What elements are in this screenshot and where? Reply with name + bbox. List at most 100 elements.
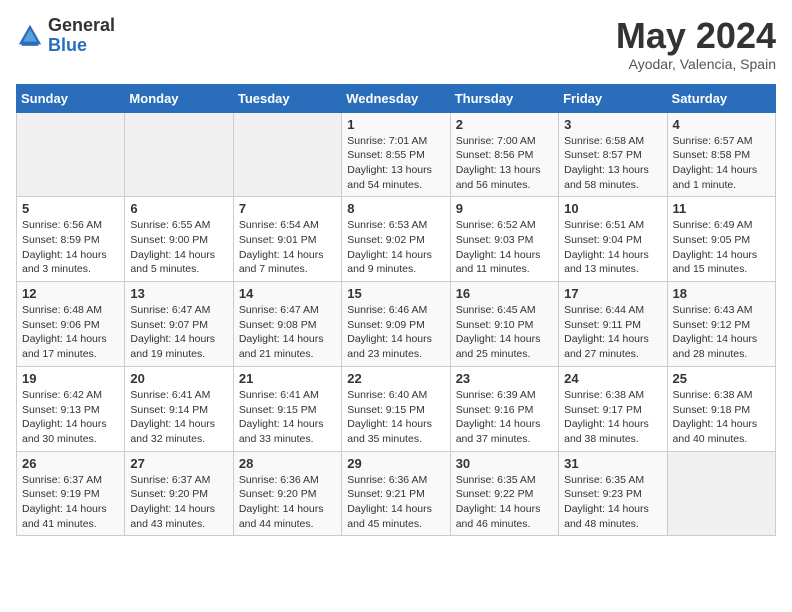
day-number: 24: [564, 371, 661, 386]
day-number: 1: [347, 117, 444, 132]
day-info: Sunrise: 6:37 AMSunset: 9:19 PMDaylight:…: [22, 473, 119, 532]
day-number: 22: [347, 371, 444, 386]
calendar-day-cell: 8 Sunrise: 6:53 AMSunset: 9:02 PMDaylight…: [342, 197, 450, 282]
day-info: Sunrise: 6:47 AMSunset: 9:07 PMDaylight:…: [130, 303, 227, 362]
day-number: 30: [456, 456, 553, 471]
calendar-title: May 2024: [616, 16, 776, 56]
calendar-day-cell: 17Sunrise: 6:44 AMSunset: 9:11 PMDayligh…: [559, 282, 667, 367]
day-number: 5: [22, 201, 119, 216]
calendar-week-row: 19 Sunrise: 6:42 AMSunset: 9:13 PMDayligh…: [17, 366, 776, 451]
day-of-week-header: Monday: [125, 84, 233, 112]
day-number: 25: [673, 371, 770, 386]
calendar-day-cell: [125, 112, 233, 197]
day-number: 7: [239, 201, 336, 216]
day-number: 16: [456, 286, 553, 301]
day-number: 13: [130, 286, 227, 301]
calendar-day-cell: 6 Sunrise: 6:55 AMSunset: 9:00 PMDaylight…: [125, 197, 233, 282]
day-info: Sunrise: 6:54 AMSunset: 9:01 PMDaylight:…: [239, 218, 336, 277]
day-info: Sunrise: 6:55 AMSunset: 9:00 PMDaylight:…: [130, 218, 227, 277]
calendar-day-cell: 15Sunrise: 6:46 AMSunset: 9:09 PMDayligh…: [342, 282, 450, 367]
calendar-day-cell: 18Sunrise: 6:43 AMSunset: 9:12 PMDayligh…: [667, 282, 775, 367]
day-info: Sunrise: 7:00 AMSunset: 8:56 PMDaylight:…: [456, 134, 553, 193]
day-number: 29: [347, 456, 444, 471]
day-number: 6: [130, 201, 227, 216]
day-number: 12: [22, 286, 119, 301]
day-info: Sunrise: 6:35 AMSunset: 9:22 PMDaylight:…: [456, 473, 553, 532]
logo-text: General Blue: [48, 16, 115, 56]
day-number: 28: [239, 456, 336, 471]
day-info: Sunrise: 6:38 AMSunset: 9:17 PMDaylight:…: [564, 388, 661, 447]
calendar-day-cell: 26 Sunrise: 6:37 AMSunset: 9:19 PMDayligh…: [17, 451, 125, 536]
day-info: Sunrise: 6:37 AMSunset: 9:20 PMDaylight:…: [130, 473, 227, 532]
calendar-day-cell: 16 Sunrise: 6:45 AMSunset: 9:10 PMDayligh…: [450, 282, 558, 367]
calendar-day-cell: 10Sunrise: 6:51 AMSunset: 9:04 PMDayligh…: [559, 197, 667, 282]
calendar-day-cell: 1 Sunrise: 7:01 AMSunset: 8:55 PMDaylight…: [342, 112, 450, 197]
calendar-day-cell: 22 Sunrise: 6:40 AMSunset: 9:15 PMDayligh…: [342, 366, 450, 451]
day-info: Sunrise: 6:51 AMSunset: 9:04 PMDaylight:…: [564, 218, 661, 277]
day-info: Sunrise: 6:47 AMSunset: 9:08 PMDaylight:…: [239, 303, 336, 362]
calendar-day-cell: 27 Sunrise: 6:37 AMSunset: 9:20 PMDayligh…: [125, 451, 233, 536]
calendar-day-cell: [233, 112, 341, 197]
day-info: Sunrise: 6:36 AMSunset: 9:21 PMDaylight:…: [347, 473, 444, 532]
day-number: 8: [347, 201, 444, 216]
day-number: 19: [22, 371, 119, 386]
calendar-day-cell: 29 Sunrise: 6:36 AMSunset: 9:21 PMDayligh…: [342, 451, 450, 536]
calendar-day-cell: 24 Sunrise: 6:38 AMSunset: 9:17 PMDayligh…: [559, 366, 667, 451]
day-number: 27: [130, 456, 227, 471]
day-info: Sunrise: 6:39 AMSunset: 9:16 PMDaylight:…: [456, 388, 553, 447]
day-of-week-header: Thursday: [450, 84, 558, 112]
day-number: 4: [673, 117, 770, 132]
logo-blue-text: Blue: [48, 36, 115, 56]
calendar-day-cell: 30 Sunrise: 6:35 AMSunset: 9:22 PMDayligh…: [450, 451, 558, 536]
day-of-week-header: Saturday: [667, 84, 775, 112]
calendar-day-cell: [667, 451, 775, 536]
calendar-day-cell: 13 Sunrise: 6:47 AMSunset: 9:07 PMDayligh…: [125, 282, 233, 367]
logo-general-text: General: [48, 16, 115, 36]
day-number: 9: [456, 201, 553, 216]
day-number: 14: [239, 286, 336, 301]
day-number: 21: [239, 371, 336, 386]
calendar-day-cell: 3 Sunrise: 6:58 AMSunset: 8:57 PMDaylight…: [559, 112, 667, 197]
day-info: Sunrise: 6:40 AMSunset: 9:15 PMDaylight:…: [347, 388, 444, 447]
day-info: Sunrise: 6:45 AMSunset: 9:10 PMDaylight:…: [456, 303, 553, 362]
day-info: Sunrise: 6:48 AMSunset: 9:06 PMDaylight:…: [22, 303, 119, 362]
day-info: Sunrise: 6:35 AMSunset: 9:23 PMDaylight:…: [564, 473, 661, 532]
calendar-day-cell: 31 Sunrise: 6:35 AMSunset: 9:23 PMDayligh…: [559, 451, 667, 536]
day-number: 31: [564, 456, 661, 471]
day-number: 20: [130, 371, 227, 386]
day-number: 23: [456, 371, 553, 386]
day-info: Sunrise: 6:58 AMSunset: 8:57 PMDaylight:…: [564, 134, 661, 193]
page-header: General Blue May 2024 Ayodar, Valencia, …: [16, 16, 776, 72]
day-info: Sunrise: 6:57 AMSunset: 8:58 PMDaylight:…: [673, 134, 770, 193]
calendar-day-cell: 12 Sunrise: 6:48 AMSunset: 9:06 PMDayligh…: [17, 282, 125, 367]
day-info: Sunrise: 7:01 AMSunset: 8:55 PMDaylight:…: [347, 134, 444, 193]
day-number: 17: [564, 286, 661, 301]
day-info: Sunrise: 6:41 AMSunset: 9:14 PMDaylight:…: [130, 388, 227, 447]
calendar-subtitle: Ayodar, Valencia, Spain: [616, 56, 776, 72]
calendar-table: SundayMondayTuesdayWednesdayThursdayFrid…: [16, 84, 776, 537]
day-number: 15: [347, 286, 444, 301]
calendar-day-cell: 9 Sunrise: 6:52 AMSunset: 9:03 PMDaylight…: [450, 197, 558, 282]
day-of-week-header: Friday: [559, 84, 667, 112]
calendar-day-cell: 19 Sunrise: 6:42 AMSunset: 9:13 PMDayligh…: [17, 366, 125, 451]
logo-icon: [16, 22, 44, 50]
calendar-day-cell: 14 Sunrise: 6:47 AMSunset: 9:08 PMDayligh…: [233, 282, 341, 367]
day-number: 2: [456, 117, 553, 132]
day-info: Sunrise: 6:53 AMSunset: 9:02 PMDaylight:…: [347, 218, 444, 277]
calendar-day-cell: 2 Sunrise: 7:00 AMSunset: 8:56 PMDaylight…: [450, 112, 558, 197]
day-info: Sunrise: 6:36 AMSunset: 9:20 PMDaylight:…: [239, 473, 336, 532]
day-info: Sunrise: 6:42 AMSunset: 9:13 PMDaylight:…: [22, 388, 119, 447]
day-of-week-header: Wednesday: [342, 84, 450, 112]
day-info: Sunrise: 6:38 AMSunset: 9:18 PMDaylight:…: [673, 388, 770, 447]
day-of-week-header: Tuesday: [233, 84, 341, 112]
day-info: Sunrise: 6:52 AMSunset: 9:03 PMDaylight:…: [456, 218, 553, 277]
day-number: 3: [564, 117, 661, 132]
calendar-day-cell: 11Sunrise: 6:49 AMSunset: 9:05 PMDayligh…: [667, 197, 775, 282]
day-number: 26: [22, 456, 119, 471]
calendar-week-row: 5Sunrise: 6:56 AMSunset: 8:59 PMDaylight…: [17, 197, 776, 282]
calendar-day-cell: 23 Sunrise: 6:39 AMSunset: 9:16 PMDayligh…: [450, 366, 558, 451]
day-number: 11: [673, 201, 770, 216]
calendar-week-row: 26 Sunrise: 6:37 AMSunset: 9:19 PMDayligh…: [17, 451, 776, 536]
calendar-day-cell: 21Sunrise: 6:41 AMSunset: 9:15 PMDayligh…: [233, 366, 341, 451]
calendar-header-row: SundayMondayTuesdayWednesdayThursdayFrid…: [17, 84, 776, 112]
